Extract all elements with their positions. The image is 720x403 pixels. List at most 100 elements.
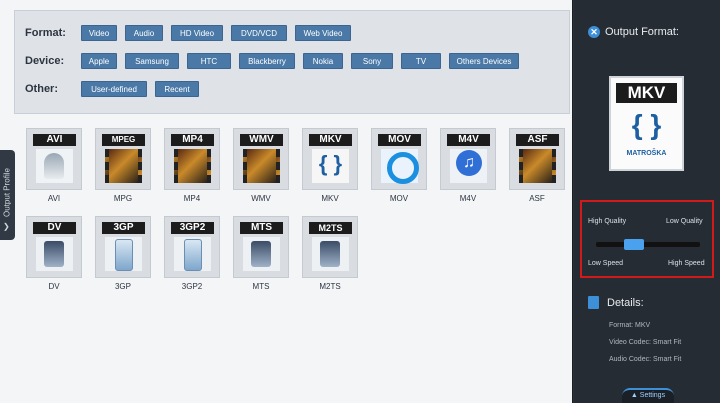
tile-frame: M2TS xyxy=(302,216,358,278)
format-hd-video-button[interactable]: HD Video xyxy=(171,25,223,41)
format-caption: MPG xyxy=(113,194,133,203)
format-badge: AVI xyxy=(33,134,76,146)
format-row: Format: Video Audio HD Video DVD/VCD Web… xyxy=(25,23,359,43)
film-strip-icon xyxy=(519,149,556,183)
device-blackberry-button[interactable]: Blackberry xyxy=(239,53,295,69)
settings-button[interactable]: ▲ Settings xyxy=(622,388,674,403)
format-badge: MOV xyxy=(378,134,421,146)
film-strip-icon xyxy=(243,149,280,183)
film-strip-icon xyxy=(174,149,211,183)
preview-badge: MKV xyxy=(616,83,677,103)
document-gear-icon xyxy=(588,296,599,309)
matroska-icon: { } xyxy=(631,109,662,140)
output-format-title: Output Format: xyxy=(605,26,679,38)
detail-format: Format: MKV xyxy=(609,322,651,329)
format-badge: 3GP2 xyxy=(171,222,214,234)
details-title: Details: xyxy=(607,296,644,309)
format-badge: 3GP xyxy=(102,222,145,234)
tile-frame: AVI xyxy=(26,128,82,190)
format-caption: 3GP2 xyxy=(181,282,203,291)
format-tile-mkv[interactable]: MKV { } MKV xyxy=(300,128,360,208)
quality-slider-track[interactable] xyxy=(596,242,700,247)
format-caption: M4V xyxy=(459,194,477,203)
close-circle-icon[interactable]: ✕ xyxy=(588,26,600,38)
format-tile-3gp[interactable]: 3GP 3GP xyxy=(93,216,153,296)
format-caption: MKV xyxy=(321,194,339,203)
format-tile-m2ts[interactable]: M2TS M2TS xyxy=(300,216,360,296)
tile-frame: MOV xyxy=(371,128,427,190)
tile-frame: WMV xyxy=(233,128,289,190)
format-badge: WMV xyxy=(240,134,283,146)
format-audio-button[interactable]: Audio xyxy=(125,25,163,41)
output-panel: ✕ Output Format: MKV { } MATROŠKA High Q… xyxy=(574,0,720,403)
device-htc-button[interactable]: HTC xyxy=(187,53,231,69)
format-tile-asf[interactable]: ASF ASF xyxy=(507,128,567,208)
format-tile-mp4[interactable]: MP4 MP4 xyxy=(162,128,222,208)
low-quality-label: Low Quality xyxy=(666,218,703,225)
preview-name: MATROŠKA xyxy=(626,150,667,157)
format-tile-mpg[interactable]: MPEG MPG xyxy=(93,128,153,208)
device-row: Device: Apple Samsung HTC Blackberry Nok… xyxy=(25,51,527,71)
format-badge: M2TS xyxy=(309,222,352,234)
format-web-video-button[interactable]: Web Video xyxy=(295,25,351,41)
details-header: Details: xyxy=(588,296,644,309)
device-tv-button[interactable]: TV xyxy=(401,53,441,69)
format-caption: MOV xyxy=(389,194,409,203)
format-badge: DV xyxy=(33,222,76,234)
camcorder-icon xyxy=(312,237,349,271)
format-badge: MP4 xyxy=(171,134,214,146)
tile-frame: M4V xyxy=(440,128,496,190)
high-quality-label: High Quality xyxy=(588,218,627,225)
format-caption: ASF xyxy=(529,194,545,203)
format-dvd-vcd-button[interactable]: DVD/VCD xyxy=(231,25,287,41)
tile-frame: 3GP xyxy=(95,216,151,278)
format-caption: AVI xyxy=(47,194,61,203)
device-label: Device: xyxy=(25,55,65,67)
detail-audio-codec: Audio Codec: Smart Fit xyxy=(609,356,682,363)
format-tile-mts[interactable]: MTS MTS xyxy=(231,216,291,296)
tile-frame: 3GP2 xyxy=(164,216,220,278)
device-sony-button[interactable]: Sony xyxy=(351,53,393,69)
chevron-right-icon: ❯ xyxy=(3,222,10,231)
format-tile-3gp2[interactable]: 3GP2 3GP2 xyxy=(162,216,222,296)
format-video-button[interactable]: Video xyxy=(81,25,117,41)
format-label: Format: xyxy=(25,27,66,39)
film-strip-icon xyxy=(105,149,142,183)
device-others-button[interactable]: Others Devices xyxy=(449,53,519,69)
format-caption: MP4 xyxy=(183,194,201,203)
tile-frame: MPEG xyxy=(95,128,151,190)
itunes-icon xyxy=(450,149,487,183)
device-apple-button[interactable]: Apple xyxy=(81,53,117,69)
output-profile-tab[interactable]: Output Profile ❯ xyxy=(0,150,15,240)
matroska-icon: { } xyxy=(312,149,349,183)
device-samsung-button[interactable]: Samsung xyxy=(125,53,179,69)
high-speed-label: High Speed xyxy=(668,260,705,267)
format-badge: ASF xyxy=(516,134,559,146)
format-caption: MTS xyxy=(252,282,270,291)
other-recent-button[interactable]: Recent xyxy=(155,81,199,97)
device-nokia-button[interactable]: Nokia xyxy=(303,53,343,69)
format-badge: MKV xyxy=(309,134,352,146)
format-badge: MTS xyxy=(240,222,283,234)
format-tile-wmv[interactable]: WMV WMV xyxy=(231,128,291,208)
format-tile-mov[interactable]: MOV MOV xyxy=(369,128,429,208)
format-caption: 3GP xyxy=(114,282,131,291)
quicktime-icon xyxy=(381,149,419,184)
format-caption: DV xyxy=(48,282,60,291)
quality-slider-thumb[interactable] xyxy=(623,239,644,250)
phone-icon xyxy=(174,237,211,271)
main-panel: Format: Video Audio HD Video DVD/VCD Web… xyxy=(0,0,573,403)
format-caption: WMV xyxy=(251,194,271,203)
tile-frame: MTS xyxy=(233,216,289,278)
tile-frame: ASF xyxy=(509,128,565,190)
person-video-icon xyxy=(36,149,73,183)
format-tile-avi[interactable]: AVI AVI xyxy=(24,128,84,208)
low-speed-label: Low Speed xyxy=(588,260,624,267)
format-tile-dv[interactable]: DV DV xyxy=(24,216,84,296)
phone-icon xyxy=(105,237,142,271)
format-tile-m4v[interactable]: M4V M4V xyxy=(438,128,498,208)
other-user-defined-button[interactable]: User-defined xyxy=(81,81,147,97)
format-badge: MPEG xyxy=(102,134,145,146)
filter-panel: Format: Video Audio HD Video DVD/VCD Web… xyxy=(14,10,570,114)
camcorder-icon xyxy=(243,237,280,271)
